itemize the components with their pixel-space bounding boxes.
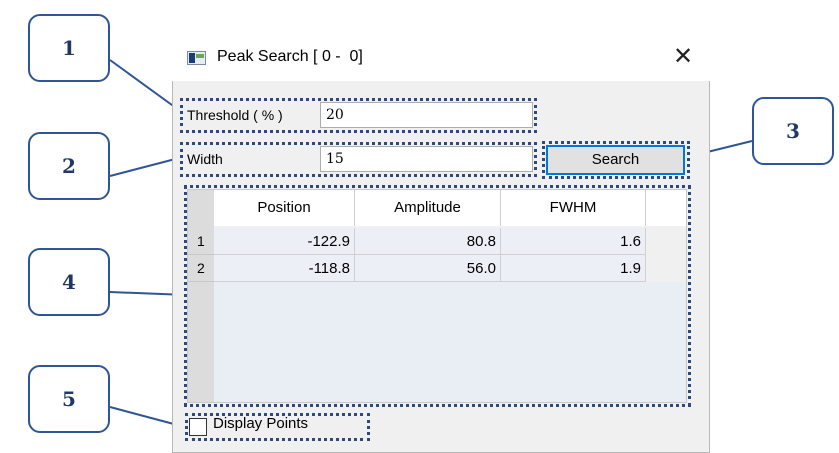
width-input[interactable]: 15 [320,146,533,172]
callout-4: 4 [28,248,110,316]
callout-1: 1 [28,14,110,82]
display-points-label[interactable]: Display Points [213,415,308,432]
column-header-fwhm[interactable]: FWHM [501,190,646,226]
callout-5: 5 [28,365,110,433]
cell-position[interactable]: -118.8 [214,255,355,282]
column-header-filler [646,190,686,226]
cell-fwhm[interactable]: 1.9 [501,255,646,282]
callout-2: 2 [28,132,110,200]
cell-amplitude[interactable]: 80.8 [355,228,501,255]
display-points-checkbox[interactable] [189,418,207,436]
column-header-position[interactable]: Position [214,190,355,226]
cell-amplitude[interactable]: 56.0 [355,255,501,282]
close-icon[interactable]: ✕ [668,42,698,72]
column-header-amplitude[interactable]: Amplitude [355,190,501,226]
threshold-input[interactable]: 20 [320,102,533,128]
cell-position[interactable]: -122.9 [214,228,355,255]
cell-fwhm[interactable]: 1.6 [501,228,646,255]
search-button[interactable]: Search [546,145,685,175]
threshold-label: Threshold ( % ) [187,107,283,123]
callout-3: 3 [752,97,834,165]
width-label: Width [187,151,223,167]
row-number[interactable]: 2 [188,255,214,282]
row-header-column [188,190,214,402]
window-title: Peak Search [ 0 - 0] [217,48,363,65]
table-empty-area [214,282,686,402]
app-window-icon [187,51,206,65]
row-number[interactable]: 1 [188,228,214,255]
